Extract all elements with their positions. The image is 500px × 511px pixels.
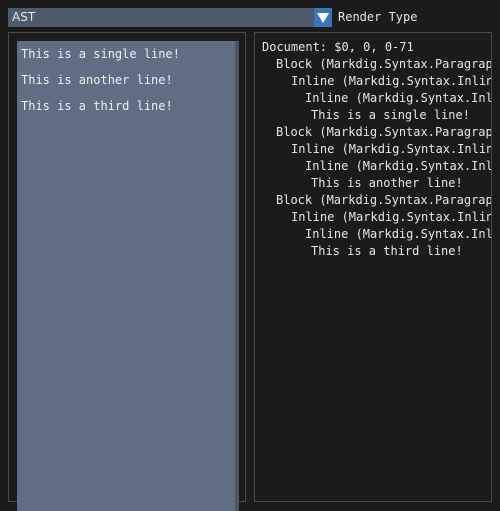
ast-node-inline: Inline (Markdig.Syntax.Inl: [305, 227, 492, 241]
chevron-down-icon[interactable]: [314, 8, 332, 27]
editor-line: This is another line!: [21, 73, 173, 87]
ast-node-inline: Inline (Markdig.Syntax.Inline: [291, 74, 492, 88]
editor-line: This is a single line!: [21, 47, 180, 61]
ast-node-document: Document: $0, 0, 0-71: [262, 40, 414, 54]
ast-node-inline: Inline (Markdig.Syntax.Inl: [305, 159, 492, 173]
ast-output-panel[interactable]: Document: $0, 0, 0-71 Block (Markdig.Syn…: [254, 32, 492, 502]
ast-node-text: This is another line!: [311, 176, 463, 190]
ast-node-block: Block (Markdig.Syntax.Paragraph: [276, 57, 492, 71]
ast-node-inline: Inline (Markdig.Syntax.Inl: [305, 91, 492, 105]
render-type-label: Render Type: [338, 10, 418, 24]
render-type-dropdown[interactable]: AST: [8, 8, 332, 27]
ast-node-block: Block (Markdig.Syntax.Paragraph: [276, 193, 492, 207]
ast-node-inline: Inline (Markdig.Syntax.Inline: [291, 142, 492, 156]
editor-scrollbar[interactable]: [235, 41, 239, 511]
ast-node-text: This is a third line!: [311, 244, 463, 258]
toolbar: AST Render Type: [8, 8, 488, 27]
ast-node-block: Block (Markdig.Syntax.Paragraph: [276, 125, 492, 139]
editor-line: This is a third line!: [21, 99, 173, 113]
ast-node-inline: Inline (Markdig.Syntax.Inline: [291, 210, 492, 224]
markdown-editor-panel: This is a single line! This is another l…: [8, 32, 246, 511]
markdown-text-editor[interactable]: This is a single line! This is another l…: [17, 41, 239, 511]
ast-node-text: This is a single line!: [311, 108, 470, 122]
render-type-selected-value: AST: [12, 10, 36, 24]
